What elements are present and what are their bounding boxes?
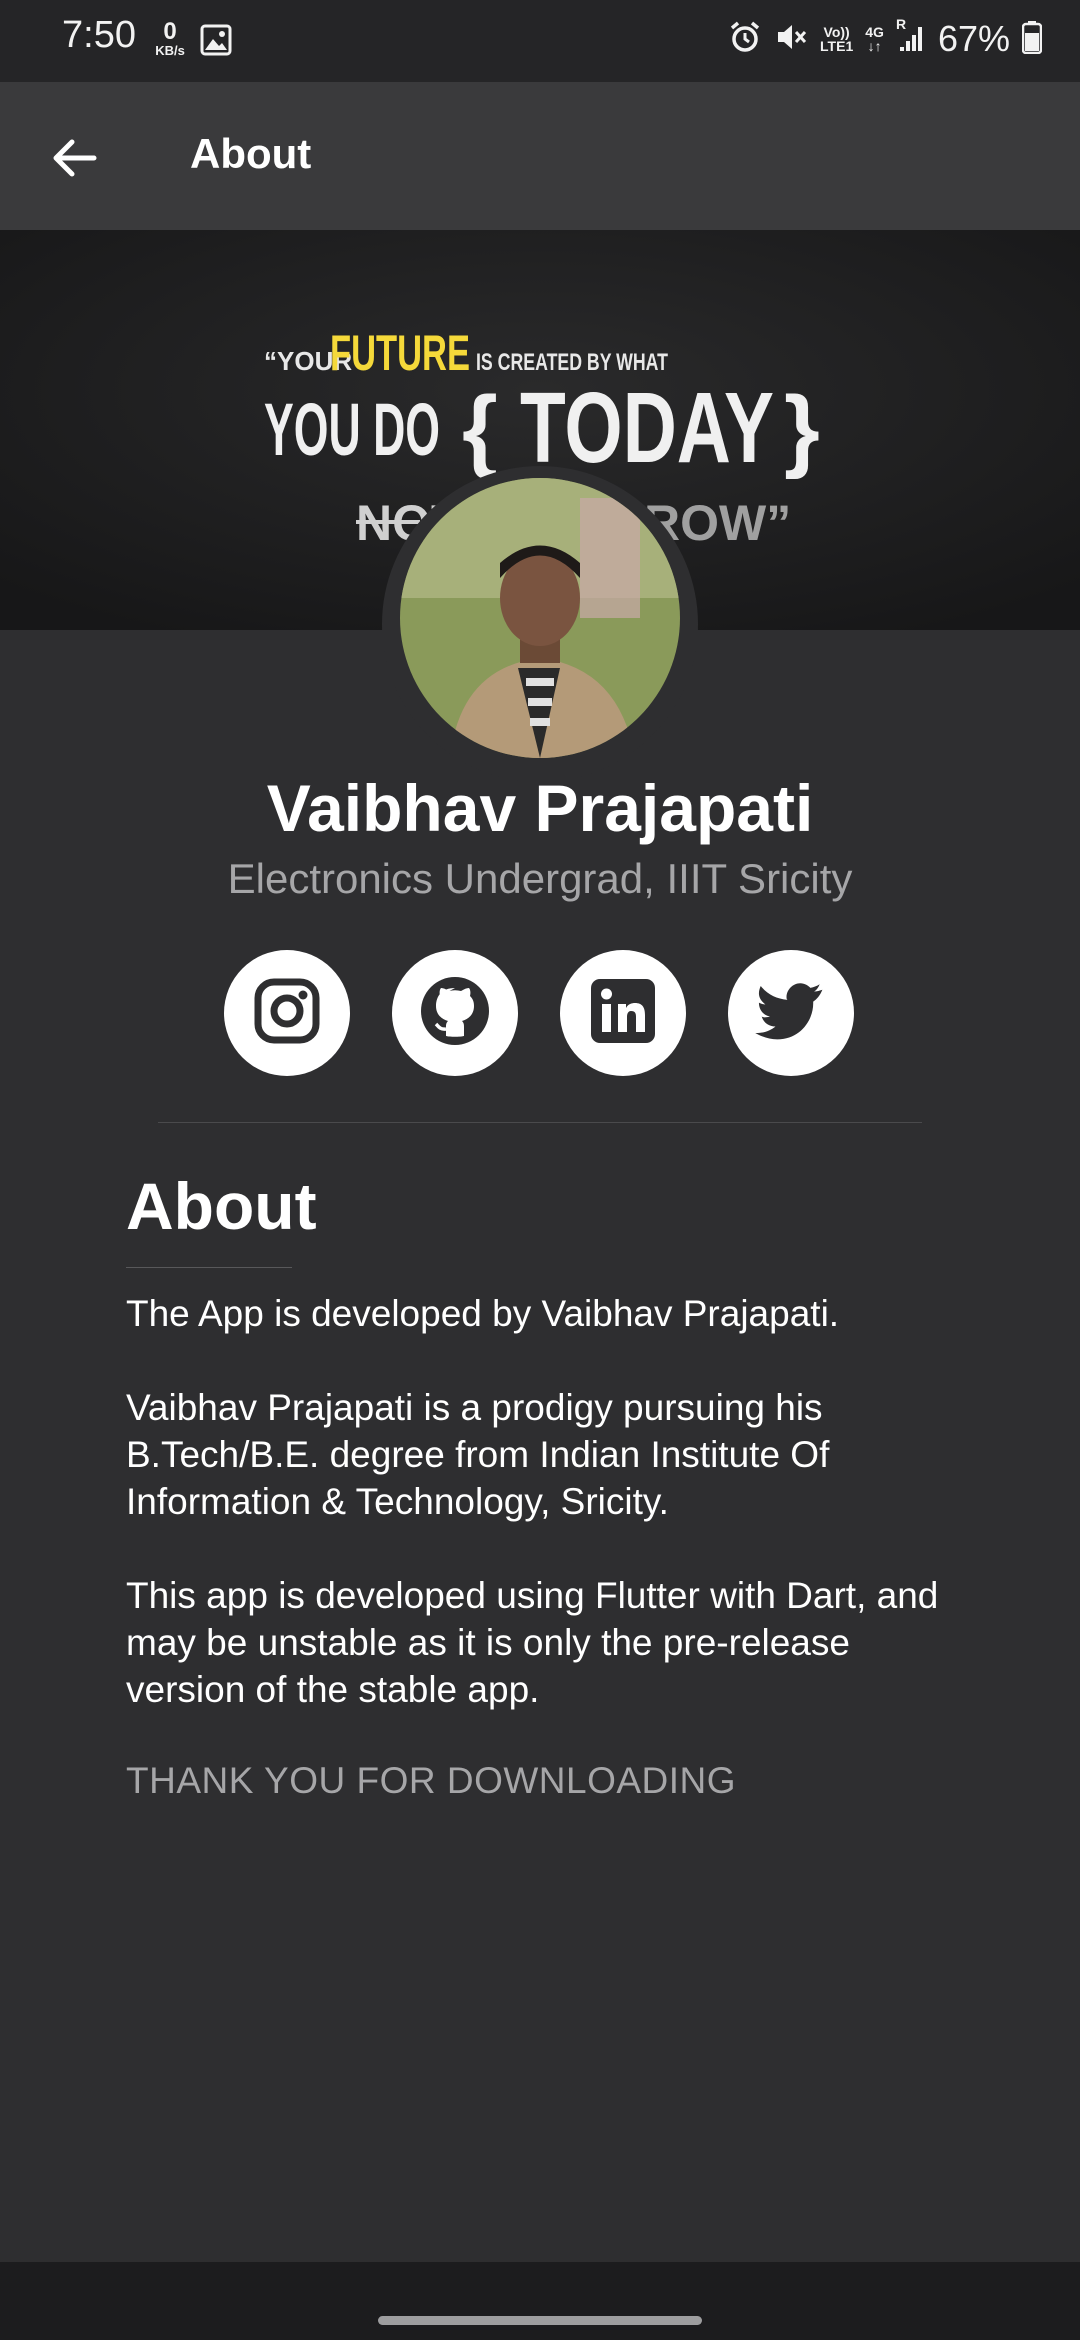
- status-bar: 7:50 0 KB/s Vo)) LTE1 4G ↓↑ R 67%: [0, 0, 1080, 82]
- profile-subtitle: Electronics Undergrad, IIIT Sricity: [227, 855, 853, 902]
- linkedin-icon: [588, 976, 658, 1051]
- social-links: [224, 950, 854, 1076]
- network-speed-unit: KB/s: [155, 43, 185, 58]
- network-type: 4G ↓↑: [865, 25, 884, 53]
- network-speed: 0 KB/s: [150, 18, 190, 58]
- about-underline: [126, 1267, 292, 1268]
- profile-name: Vaibhav Prajapati: [266, 771, 814, 845]
- banner-highlight: FUTURE: [330, 325, 470, 381]
- back-arrow-icon[interactable]: [46, 130, 102, 186]
- status-time: 7:50: [62, 14, 136, 56]
- section-divider: [158, 1122, 922, 1123]
- instagram-button[interactable]: [224, 950, 350, 1076]
- signal-icon: R: [896, 17, 926, 58]
- about-paragraph-2: Vaibhav Prajapati is a prodigy pursuing …: [126, 1387, 830, 1522]
- page-title: About: [190, 130, 312, 177]
- twitter-icon: [753, 973, 829, 1054]
- github-button[interactable]: [392, 950, 518, 1076]
- volte-bottom-text: LTE1: [820, 38, 854, 54]
- banner-line2: YOU DO: [264, 388, 440, 471]
- app-bar: About: [0, 82, 1080, 230]
- about-paragraph-1: The App is developed by Vaibhav Prajapat…: [126, 1293, 840, 1334]
- banner-brace-open: {: [462, 378, 498, 480]
- banner-brace-close: }: [784, 378, 820, 480]
- mute-icon: [774, 20, 808, 59]
- avatar: [400, 478, 680, 758]
- network-speed-value: 0: [163, 18, 177, 45]
- battery-icon: [1021, 20, 1043, 59]
- thank-you-text: THANK YOU FOR DOWNLOADING: [126, 1760, 737, 1801]
- about-heading: About: [126, 1169, 317, 1243]
- data-arrows-icon: ↓↑: [867, 38, 882, 54]
- instagram-icon: [252, 976, 322, 1051]
- volte-indicator: Vo)) LTE1: [820, 25, 853, 53]
- status-icons: Vo)) LTE1 4G ↓↑ R 67%: [728, 17, 1043, 60]
- home-gesture-bar[interactable]: [378, 2316, 702, 2325]
- github-icon: [418, 974, 492, 1053]
- navigation-bar: [0, 2262, 1080, 2340]
- about-paragraph-3: This app is developed using Flutter with…: [126, 1575, 939, 1710]
- alarm-icon: [728, 20, 762, 59]
- gallery-icon: [200, 24, 232, 61]
- linkedin-button[interactable]: [560, 950, 686, 1076]
- roaming-text: R: [895, 15, 907, 32]
- battery-percent: 67%: [937, 18, 1010, 59]
- twitter-button[interactable]: [728, 950, 854, 1076]
